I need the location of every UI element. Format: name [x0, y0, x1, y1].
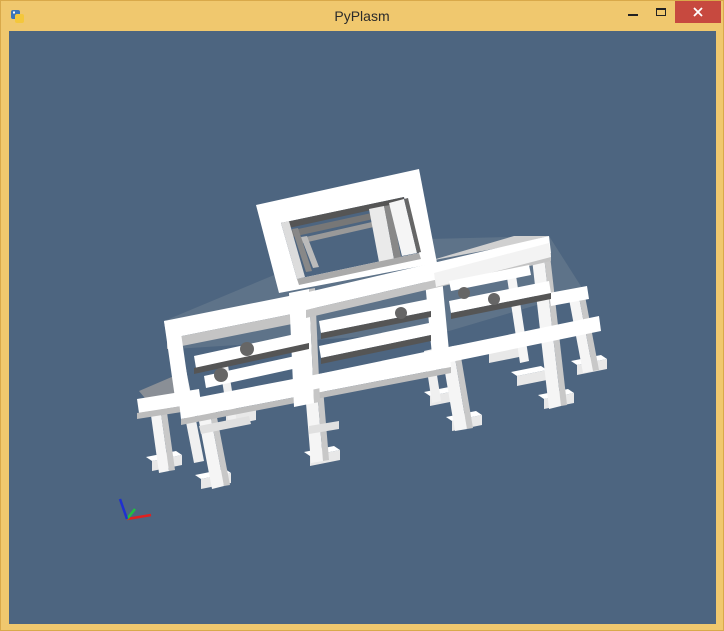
axis-gizmo — [118, 498, 152, 521]
title-bar[interactable]: PyPlasm — [1, 1, 723, 31]
maximize-button[interactable] — [647, 1, 675, 23]
minimize-icon — [628, 14, 638, 16]
app-window: PyPlasm — [0, 0, 724, 631]
maximize-icon — [656, 8, 666, 16]
building-model — [118, 169, 607, 521]
window-title: PyPlasm — [334, 8, 390, 24]
close-button[interactable] — [675, 1, 721, 23]
3d-viewport[interactable] — [9, 31, 716, 624]
minimize-button[interactable] — [619, 1, 647, 23]
z-axis-icon — [118, 498, 129, 520]
close-icon — [693, 7, 703, 17]
